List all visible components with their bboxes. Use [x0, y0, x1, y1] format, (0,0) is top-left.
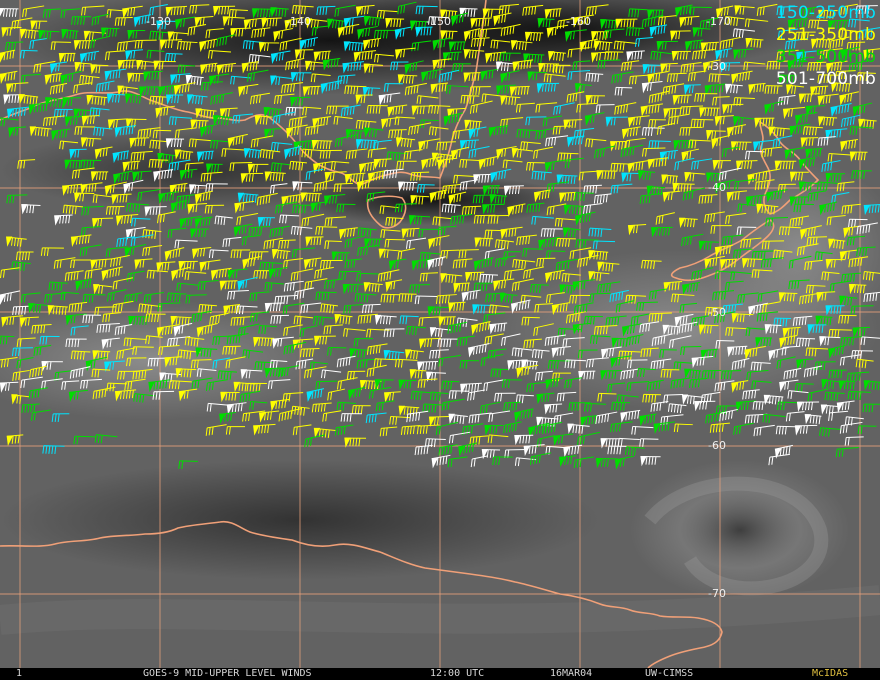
valid-date: 16MAR04 — [550, 668, 593, 679]
source-name: UW-CIMSS — [645, 668, 694, 679]
pressure-level-legend: 150-250mb 251-350mb 351-500mb 501-700mb — [776, 2, 876, 90]
lon-label: -130 — [146, 15, 171, 28]
map-canvas: -130 -140 -150 -160 -170 -30 -40 -50 -60… — [0, 0, 880, 668]
lon-label: -150 — [426, 15, 451, 28]
mcidas-brand: McIDAS — [812, 668, 849, 679]
lon-label: -170 — [706, 15, 731, 28]
lat-label: -30 — [708, 60, 726, 73]
valid-time: 12:00 UTC — [430, 668, 485, 679]
lat-label: -60 — [708, 439, 726, 452]
legend-entry-251-350: 251-350mb — [775, 25, 876, 45]
legend-entry-150-250: 150-250mb — [775, 3, 876, 23]
status-bar: 1 GOES-9 MID-UPPER LEVEL WINDS 12:00 UTC… — [0, 668, 880, 680]
lat-label: -50 — [708, 306, 726, 319]
lon-label: -160 — [566, 15, 591, 28]
legend-entry-351-500: 351-500mb — [775, 47, 876, 67]
product-name: GOES-9 MID-UPPER LEVEL WINDS — [143, 668, 312, 679]
satellite-wind-image: -130 -140 -150 -160 -170 -30 -40 -50 -60… — [0, 0, 880, 680]
lat-label: -70 — [708, 587, 726, 600]
legend-entry-501-700: 501-700mb — [775, 69, 876, 89]
lat-label: -40 — [708, 181, 726, 194]
frame-number: 1 — [16, 668, 23, 679]
lon-label: -140 — [286, 15, 311, 28]
